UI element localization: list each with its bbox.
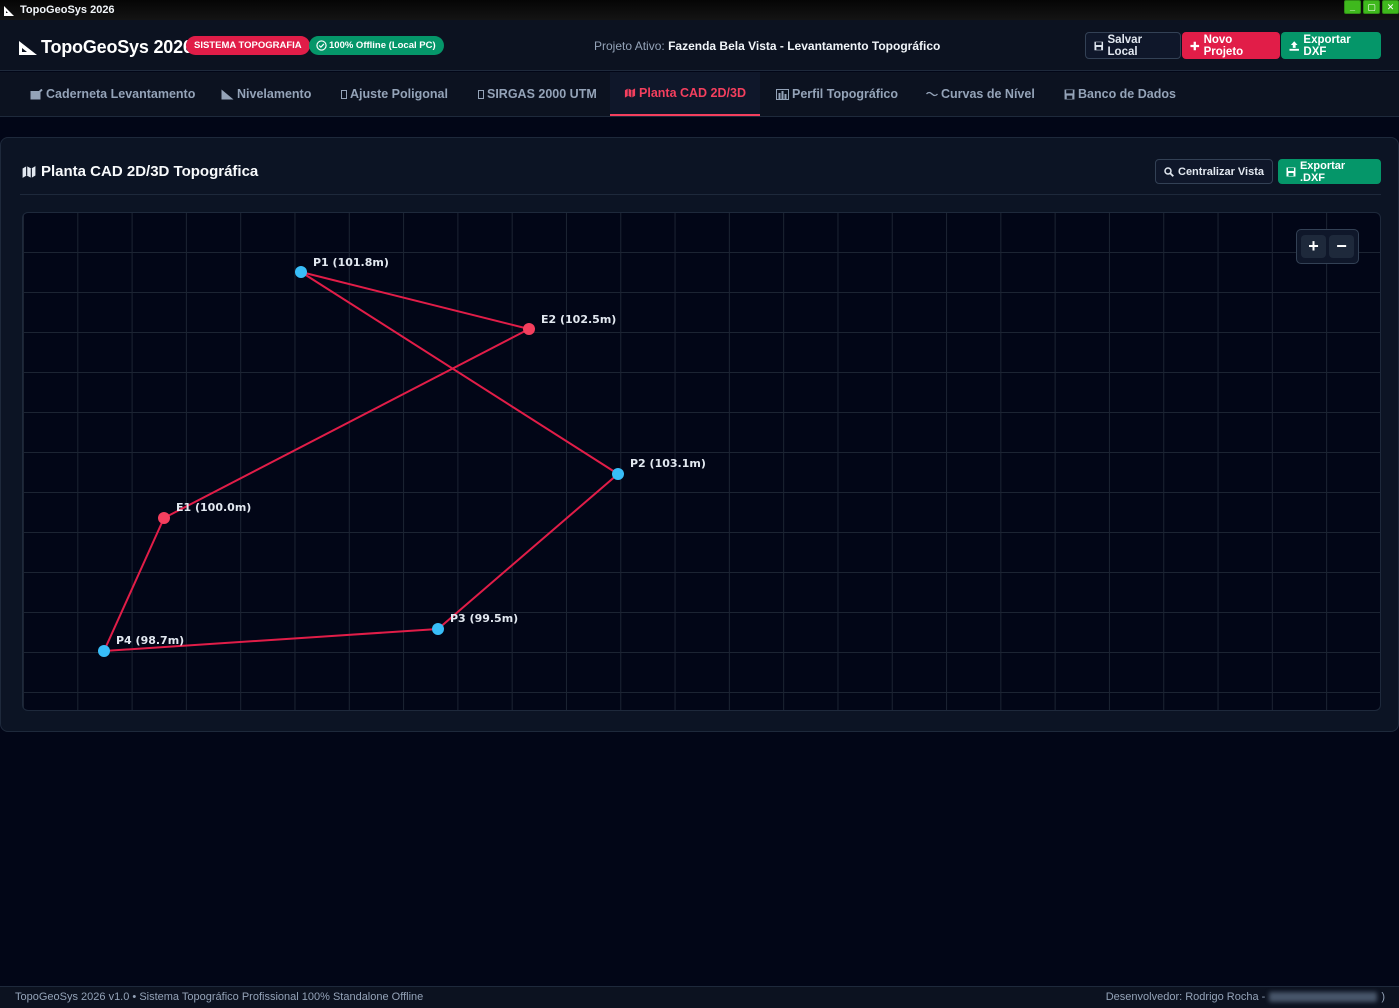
status-footer: TopoGeoSys 2026 v1.0 • Sistema Topográfi… <box>0 986 1399 1008</box>
save-local-button[interactable]: Salvar Local <box>1085 32 1181 59</box>
ruler-icon <box>19 40 37 55</box>
ruler-icon <box>221 89 234 99</box>
tab-label: SIRGAS 2000 UTM <box>487 86 597 101</box>
close-button[interactable]: ✕ <box>1382 0 1399 14</box>
tab-perfil[interactable]: Perfil Topográfico <box>762 72 912 116</box>
new-project-label: Novo Projeto <box>1203 33 1244 58</box>
app-ruler-icon <box>4 5 14 16</box>
new-project-button[interactable]: Novo Projeto <box>1182 32 1280 59</box>
tab-label: Nivelamento <box>237 86 312 101</box>
placeholder-icon <box>478 89 484 99</box>
traverse-line <box>103 517 165 652</box>
survey-point-marker[interactable] <box>432 623 444 635</box>
wave-icon <box>926 91 938 97</box>
app-header: TopoGeoSys 2026 SISTEMA TOPOGRAFIA 100% … <box>0 20 1399 71</box>
minimize-button[interactable]: _ <box>1344 0 1361 14</box>
developer-label: Desenvolvedor: Rodrigo Rocha - <box>1105 991 1266 1003</box>
survey-point-label: P3 (99.5m) <box>450 612 518 625</box>
project-label: Projeto Ativo: <box>594 39 665 53</box>
window-controls: _ ▢ ✕ <box>1344 0 1399 14</box>
save-local-label: Salvar Local <box>1107 33 1143 58</box>
cad-canvas[interactable]: P1 (101.8m) E2 (102.5m) P2 (103.1m) E1 (100… <box>22 212 1381 711</box>
zoom-controls: + − <box>1296 229 1359 264</box>
survey-point-marker[interactable] <box>295 266 307 278</box>
floppy-icon <box>1064 89 1075 99</box>
survey-point-marker[interactable] <box>523 323 535 335</box>
window-title: TopoGeoSys 2026 <box>20 4 115 16</box>
traverse-line <box>163 328 530 519</box>
export-dxf-panel-label: Exportar .DXF <box>1299 159 1346 184</box>
map-icon <box>22 165 36 178</box>
survey-point-marker[interactable] <box>612 468 624 480</box>
survey-point-marker[interactable] <box>98 645 110 657</box>
brand: TopoGeoSys 2026 <box>18 37 193 58</box>
tab-label: Ajuste Poligonal <box>350 86 448 101</box>
offline-badge-label: 100% Offline (Local PC) <box>329 40 436 51</box>
survey-point-marker[interactable] <box>158 512 170 524</box>
center-view-button[interactable]: Centralizar Vista <box>1155 159 1273 184</box>
plan-drawing: P1 (101.8m) E2 (102.5m) P2 (103.1m) E1 (100… <box>98 256 706 657</box>
export-dxf-panel-button[interactable]: Exportar .DXF <box>1278 159 1381 184</box>
zoom-out-button[interactable]: − <box>1329 235 1354 258</box>
survey-point-label: P1 (101.8m) <box>313 256 389 269</box>
map-icon <box>624 88 636 98</box>
check-circle-icon <box>316 40 327 51</box>
tab-nivelamento[interactable]: Nivelamento <box>207 72 325 116</box>
window-titlebar: TopoGeoSys 2026 _ ▢ ✕ <box>0 0 1399 20</box>
tab-label: Caderneta Levantamento <box>46 86 196 101</box>
tab-planta-cad[interactable]: Planta CAD 2D/3D <box>610 72 760 116</box>
panel-title: Planta CAD 2D/3D Topográfica <box>21 163 258 180</box>
tab-label: Perfil Topográfico <box>792 86 899 101</box>
tab-ajuste-poligonal[interactable]: Ajuste Poligonal <box>327 72 462 116</box>
module-tabs: Caderneta Levantamento Nivelamento Ajust… <box>0 72 1399 117</box>
chart-icon <box>776 88 789 100</box>
plus-icon <box>1190 41 1200 50</box>
placeholder-icon <box>341 89 347 99</box>
footer-version: TopoGeoSys 2026 v1.0 • Sistema Topográfi… <box>15 991 424 1003</box>
panel-title-text: Planta CAD 2D/3D Topográfica <box>41 163 259 180</box>
system-badge: SISTEMA TOPOGRAFIA <box>186 36 310 55</box>
footer-developer: Desenvolvedor: Rodrigo Rocha - ) <box>1105 991 1385 1003</box>
brand-name: TopoGeoSys 2026 <box>41 37 193 57</box>
search-icon <box>1164 166 1174 177</box>
tab-label: Planta CAD 2D/3D <box>639 85 746 100</box>
zoom-in-button[interactable]: + <box>1301 235 1326 258</box>
traverse-line <box>437 473 619 630</box>
survey-point-label: E1 (100.0m) <box>176 501 251 514</box>
survey-point-label: E2 (102.5m) <box>541 313 616 326</box>
tab-label: Banco de Dados <box>1078 86 1176 101</box>
tab-caderneta[interactable]: Caderneta Levantamento <box>16 72 209 116</box>
floppy-icon <box>1286 167 1296 176</box>
export-dxf-button[interactable]: Exportar DXF <box>1281 32 1381 59</box>
traverse-line <box>300 271 619 475</box>
notebook-icon <box>30 88 43 99</box>
tab-banco-dados[interactable]: Banco de Dados <box>1050 72 1190 116</box>
tab-sirgas[interactable]: SIRGAS 2000 UTM <box>464 72 611 116</box>
project-name: Fazenda Bela Vista - Levantamento Topogr… <box>668 39 941 53</box>
survey-point-label: P2 (103.1m) <box>630 457 706 470</box>
survey-point-label: P4 (98.7m) <box>116 634 184 647</box>
upload-icon <box>1289 40 1299 51</box>
center-view-label: Centralizar Vista <box>1178 165 1265 178</box>
tab-curvas[interactable]: Curvas de Nível <box>912 72 1049 116</box>
offline-badge: 100% Offline (Local PC) <box>309 36 444 55</box>
redacted-contact <box>1269 992 1378 1002</box>
tab-label: Curvas de Nível <box>941 86 1035 101</box>
export-dxf-label: Exportar DXF <box>1303 33 1351 58</box>
traverse-line <box>300 271 530 330</box>
panel-divider <box>20 194 1381 195</box>
cad-panel: Planta CAD 2D/3D Topográfica Centralizar… <box>0 137 1399 732</box>
active-project: Projeto Ativo: Fazenda Bela Vista - Leva… <box>594 39 940 53</box>
maximize-button[interactable]: ▢ <box>1363 0 1380 14</box>
floppy-icon <box>1094 41 1104 50</box>
